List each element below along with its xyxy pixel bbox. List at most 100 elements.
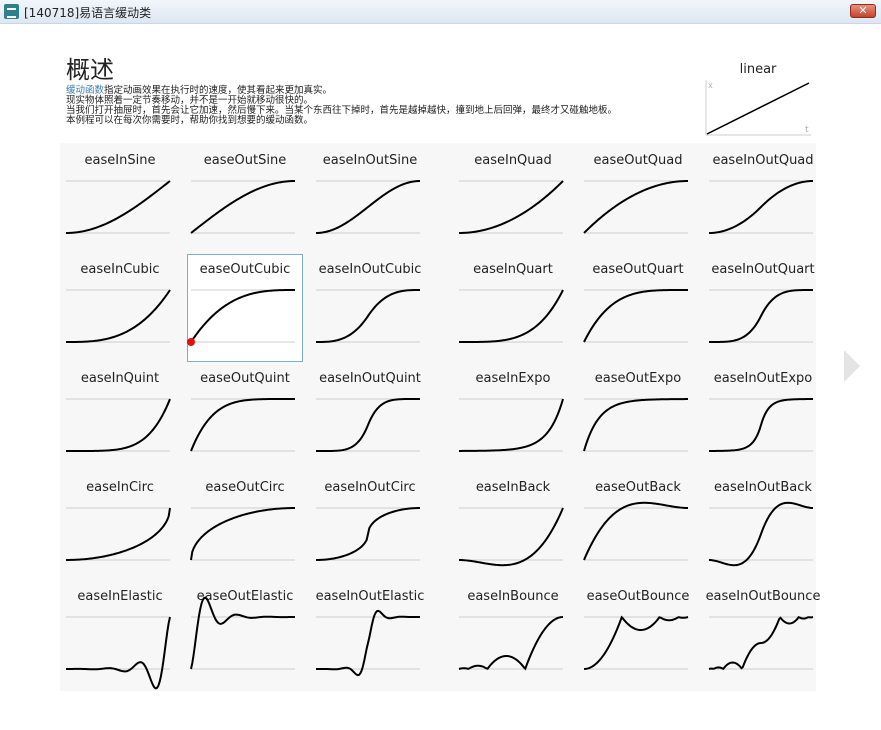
easing-curve-easeInQuint bbox=[66, 398, 171, 452]
linear-curve bbox=[706, 82, 810, 135]
easing-cell-easeInOutQuint[interactable]: easeInOutQuint bbox=[312, 363, 428, 471]
easing-curve-easeOutSine bbox=[190, 180, 296, 234]
app-icon bbox=[4, 4, 19, 19]
easing-cell-easeOutCubic[interactable]: easeOutCubic bbox=[187, 254, 303, 362]
easing-graph bbox=[708, 398, 814, 452]
easing-cell-easeInCubic[interactable]: easeInCubic bbox=[62, 254, 178, 362]
easing-curve-easeInOutCirc bbox=[315, 507, 421, 561]
easing-graph bbox=[708, 180, 814, 234]
easing-graph bbox=[709, 289, 813, 343]
easing-graph bbox=[66, 507, 171, 561]
easing-curve-easeInOutExpo bbox=[708, 398, 814, 452]
easing-cell-easeInBack[interactable]: easeInBack bbox=[455, 472, 571, 580]
linear-graph: x t bbox=[705, 80, 811, 136]
easing-graph bbox=[583, 180, 689, 234]
easing-curve-easeInQuart bbox=[459, 289, 564, 343]
easing-cell-easeOutQuad[interactable]: easeOutQuad bbox=[580, 145, 696, 253]
easing-curve-easeOutBounce bbox=[583, 615, 689, 670]
easing-curve-easeOutQuad bbox=[583, 180, 689, 234]
easing-cell-easeOutExpo[interactable]: easeOutExpo bbox=[580, 363, 696, 471]
easing-graph bbox=[190, 398, 295, 452]
easing-curve-easeInOutQuart bbox=[709, 289, 813, 343]
easing-cell-easeInOutBack[interactable]: easeInOutBack bbox=[705, 472, 821, 580]
easing-cell-easeOutQuint[interactable]: easeOutQuint bbox=[187, 363, 303, 471]
easing-cell-easeInOutCubic[interactable]: easeInOutCubic bbox=[312, 254, 428, 362]
easing-graph bbox=[190, 596, 296, 670]
easing-curve-easeInCirc bbox=[66, 507, 171, 561]
linear-x-axis-label: t bbox=[805, 125, 809, 135]
easing-curve-easeInOutElastic bbox=[315, 609, 421, 677]
easing-curve-easeOutQuart bbox=[583, 289, 688, 343]
easing-curve-easeOutBack bbox=[583, 501, 689, 561]
easing-curve-easeInOutSine bbox=[315, 180, 421, 234]
easing-cell-easeInOutElastic[interactable]: easeInOutElastic bbox=[312, 581, 428, 689]
easing-graph bbox=[708, 501, 814, 567]
easing-graph bbox=[458, 180, 564, 234]
easing-graph bbox=[458, 507, 564, 567]
easing-graph bbox=[65, 180, 171, 234]
easing-cell-easeInOutSine[interactable]: easeInOutSine bbox=[312, 145, 428, 253]
easing-cell-easeInCirc[interactable]: easeInCirc bbox=[62, 472, 178, 580]
page-title: 概述 bbox=[66, 56, 114, 84]
easing-cell-easeInBounce[interactable]: easeInBounce bbox=[455, 581, 571, 689]
easing-cell-easeOutBack[interactable]: easeOutBack bbox=[580, 472, 696, 580]
easing-cell-easeInOutQuad[interactable]: easeInOutQuad bbox=[705, 145, 821, 253]
easing-graph bbox=[65, 616, 171, 690]
linear-preview: linear x t bbox=[705, 62, 811, 136]
easing-graph bbox=[66, 398, 171, 452]
easing-cell-easeInOutBounce[interactable]: easeInOutBounce bbox=[705, 581, 821, 689]
chevron-right-icon[interactable] bbox=[842, 348, 862, 384]
description-line-4: 本例程可以在每次你需要时，帮助你找到想要的缓动函数。 bbox=[66, 115, 314, 126]
easing-curve-easeInSine bbox=[65, 180, 171, 234]
title-bar: [140718]易语言缓动类 ✕ bbox=[0, 0, 881, 24]
easing-curve-easeInExpo bbox=[458, 398, 564, 452]
easing-graph bbox=[458, 398, 564, 452]
easing-graph bbox=[66, 289, 171, 343]
linear-y-axis-label: x bbox=[708, 81, 713, 90]
easing-curve-easeInOutBack bbox=[708, 501, 814, 567]
easing-curve-easeInQuad bbox=[458, 180, 564, 234]
easing-cell-easeInQuad[interactable]: easeInQuad bbox=[455, 145, 571, 253]
easing-graph bbox=[459, 289, 564, 343]
easing-curve-easeInOutQuad bbox=[708, 180, 814, 234]
easing-cell-easeInQuint[interactable]: easeInQuint bbox=[62, 363, 178, 471]
easing-cell-easeInQuart[interactable]: easeInQuart bbox=[455, 254, 571, 362]
easing-graph bbox=[583, 501, 689, 561]
easing-graph bbox=[708, 615, 814, 671]
easing-curve-easeOutExpo bbox=[583, 398, 689, 452]
easing-cell-easeOutCirc[interactable]: easeOutCirc bbox=[187, 472, 303, 580]
easing-graph bbox=[315, 609, 421, 677]
easing-graph bbox=[315, 507, 421, 561]
easing-curve-easeInElastic bbox=[65, 616, 171, 690]
easing-graph bbox=[583, 615, 689, 670]
easing-cell-easeInElastic[interactable]: easeInElastic bbox=[62, 581, 178, 690]
description: 缓动函数指定动画效果在执行时的速度，使其看起来更加真实。 现实物体照着一定节奏移… bbox=[66, 86, 617, 126]
easing-curve-easeInOutCubic bbox=[316, 289, 420, 343]
linear-label: linear bbox=[739, 62, 777, 77]
easing-cell-easeInOutQuart[interactable]: easeInOutQuart bbox=[705, 254, 821, 362]
easing-cell-easeOutSine[interactable]: easeOutSine bbox=[187, 145, 303, 253]
easing-curve-easeInBack bbox=[458, 507, 564, 567]
easing-cell-easeInSine[interactable]: easeInSine bbox=[62, 145, 178, 253]
easing-curve-easeOutCirc bbox=[190, 507, 295, 561]
easing-graph bbox=[458, 616, 564, 671]
easing-cell-easeInExpo[interactable]: easeInExpo bbox=[455, 363, 571, 471]
close-button[interactable]: ✕ bbox=[850, 4, 876, 18]
easing-cell-easeInOutExpo[interactable]: easeInOutExpo bbox=[705, 363, 821, 471]
easing-curve-easeInOutQuint bbox=[316, 398, 420, 452]
easing-cell-easeOutElastic[interactable]: easeOutElastic bbox=[187, 581, 303, 689]
animation-marker bbox=[187, 338, 195, 346]
easing-curve-easeInOutBounce bbox=[708, 615, 814, 671]
easing-graph bbox=[583, 289, 688, 343]
easing-graph bbox=[187, 289, 295, 346]
easing-curve-easeOutElastic bbox=[190, 596, 296, 670]
easing-cell-easeInOutCirc[interactable]: easeInOutCirc bbox=[312, 472, 428, 580]
easing-curve-easeOutCubic bbox=[190, 289, 295, 343]
easing-cell-easeOutQuart[interactable]: easeOutQuart bbox=[580, 254, 696, 362]
easing-graph bbox=[315, 180, 421, 234]
easing-graph bbox=[583, 398, 689, 452]
easing-cell-easeOutBounce[interactable]: easeOutBounce bbox=[580, 581, 696, 689]
easing-graph bbox=[316, 289, 420, 343]
easing-graph bbox=[190, 507, 295, 561]
easing-curve-easeOutQuint bbox=[190, 398, 295, 452]
